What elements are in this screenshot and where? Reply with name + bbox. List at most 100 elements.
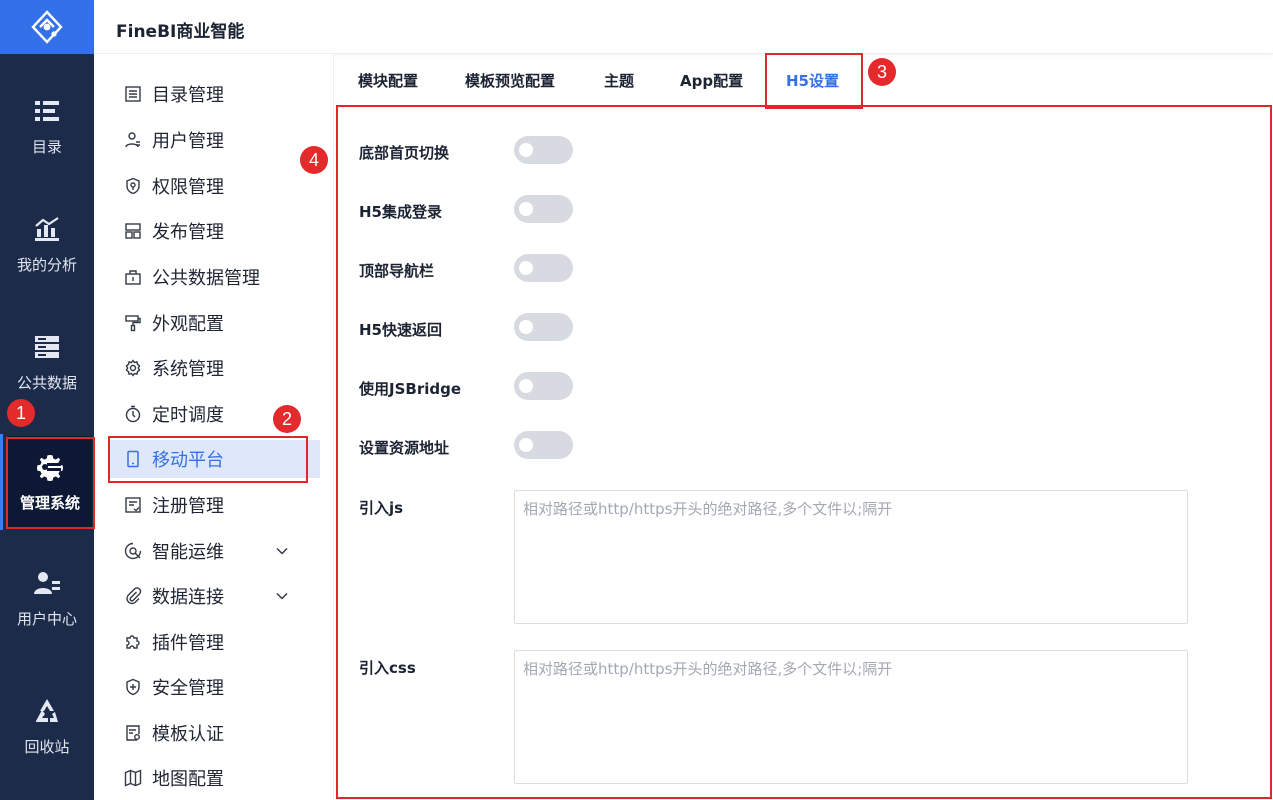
rail-item-label: 回收站 — [24, 737, 70, 756]
user-center-icon — [34, 571, 60, 594]
toggle-label: 使用JSBridge — [359, 380, 462, 398]
resource-address-toggle[interactable] — [514, 431, 573, 459]
rail-item-public-data[interactable]: 公共数据 — [0, 318, 94, 406]
toggle-label: 设置资源地址 — [359, 439, 450, 457]
rail-item-label: 管理系统 — [19, 493, 80, 512]
menu-item-label: 注册管理 — [152, 496, 224, 517]
menu-item-label: 安全管理 — [152, 678, 224, 699]
js-input-label: 引入js — [359, 499, 404, 517]
logo-icon — [31, 10, 63, 44]
paint-roller-icon — [125, 315, 141, 332]
catalog-icon — [35, 100, 59, 121]
menu-item-public-data-manage[interactable]: 公共数据管理 — [108, 258, 320, 296]
toggle-knob — [519, 261, 533, 275]
menu-item-system-manage[interactable]: 系统管理 — [108, 349, 320, 387]
user-icon — [125, 132, 140, 148]
tab-app-config[interactable]: App配置 — [680, 70, 743, 91]
tab-module-config[interactable]: 模块配置 — [358, 70, 418, 91]
gear-icon — [37, 454, 63, 481]
public-data-icon — [35, 335, 59, 358]
toggle-knob — [519, 379, 533, 393]
briefcase-icon — [125, 270, 141, 285]
annotation-badge-2: 2 — [273, 405, 301, 433]
certificate-icon — [126, 725, 140, 741]
menu-item-registration-manage[interactable]: 注册管理 — [108, 486, 320, 524]
menu-item-data-connection[interactable]: 数据连接 — [108, 577, 320, 615]
rail-item-label: 公共数据 — [16, 373, 77, 392]
menu-item-permission-manage[interactable]: 权限管理 — [108, 167, 320, 205]
rail-item-label: 我的分析 — [16, 255, 77, 274]
rail-item-my-analysis[interactable]: 我的分析 — [0, 200, 94, 288]
map-icon — [124, 769, 142, 787]
analysis-icon — [35, 216, 59, 241]
tab-h5-settings[interactable]: H5设置 — [786, 70, 839, 91]
menu-item-template-certification[interactable]: 模板认证 — [108, 714, 320, 752]
settings-tabs: 模块配置 模板预览配置 主题 App配置 H5设置 — [335, 54, 1273, 108]
css-input-label: 引入css — [359, 659, 416, 677]
shield-lock-icon — [126, 177, 140, 195]
rail-item-admin-system[interactable]: 管理系统 — [8, 436, 92, 528]
paperclip-icon — [126, 587, 142, 605]
toggle-knob — [519, 438, 533, 452]
tab-theme[interactable]: 主题 — [604, 70, 634, 91]
menu-item-label: 定时调度 — [152, 405, 224, 426]
publish-icon — [125, 223, 141, 239]
rail-active-indicator — [0, 434, 3, 530]
rail-item-label: 目录 — [31, 137, 62, 156]
mobile-icon — [127, 450, 139, 468]
menu-item-label: 智能运维 — [152, 542, 224, 563]
menu-item-label: 系统管理 — [152, 359, 224, 380]
toggle-knob — [519, 143, 533, 157]
use-jsbridge-toggle[interactable] — [514, 372, 573, 400]
puzzle-icon — [126, 635, 140, 649]
chevron-down-icon[interactable] — [274, 543, 290, 559]
menu-item-label: 公共数据管理 — [152, 268, 260, 289]
recycle-icon — [36, 698, 58, 722]
list-icon — [125, 86, 141, 102]
app-brand-title: FineBI商业智能 — [116, 22, 245, 42]
menu-item-label: 移动平台 — [152, 450, 224, 471]
menu-item-map-config[interactable]: 地图配置 — [108, 759, 320, 797]
menu-item-smart-ops[interactable]: 智能运维 — [108, 532, 320, 570]
menu-item-appearance-config[interactable]: 外观配置 — [108, 304, 320, 342]
toggle-label: 底部首页切换 — [359, 144, 450, 162]
top-navbar-toggle[interactable] — [514, 254, 573, 282]
tab-template-preview-config[interactable]: 模板预览配置 — [465, 70, 555, 91]
menu-item-label: 目录管理 — [152, 85, 224, 106]
app-logo[interactable] — [0, 0, 94, 54]
toggle-label: H5集成登录 — [359, 203, 442, 221]
toggle-knob — [519, 320, 533, 334]
h5-integrated-login-toggle[interactable] — [514, 195, 573, 223]
menu-item-plugin-manage[interactable]: 插件管理 — [108, 623, 320, 661]
rail-item-recycle-bin[interactable]: 回收站 — [0, 682, 94, 770]
menu-item-label: 权限管理 — [152, 177, 224, 198]
menu-item-security-manage[interactable]: 安全管理 — [108, 668, 320, 706]
rail-item-catalog[interactable]: 目录 — [0, 82, 94, 170]
menu-item-label: 数据连接 — [152, 587, 224, 608]
toggle-knob — [519, 202, 533, 216]
shield-plus-icon — [126, 678, 140, 696]
menu-item-label: 地图配置 — [152, 769, 224, 790]
toggle-label: 顶部导航栏 — [359, 262, 435, 280]
menu-item-publish-manage[interactable]: 发布管理 — [108, 212, 320, 250]
bottom-home-switch-toggle[interactable] — [514, 136, 573, 164]
top-header: FineBI商业智能 — [94, 0, 1273, 54]
rail-item-user-center[interactable]: 用户中心 — [0, 554, 94, 642]
annotation-badge-4: 4 — [300, 146, 328, 174]
toggle-label: H5快速返回 — [359, 321, 442, 339]
menu-item-mobile-platform[interactable]: 移动平台 — [108, 440, 320, 478]
annotation-badge-3: 3 — [868, 58, 896, 86]
h5-quick-back-toggle[interactable] — [514, 313, 573, 341]
register-icon — [125, 497, 141, 513]
rail-item-label: 用户中心 — [16, 609, 77, 628]
gear-icon — [125, 359, 141, 377]
menu-item-catalog-manage[interactable]: 目录管理 — [108, 75, 320, 113]
ops-icon — [124, 542, 142, 560]
menu-item-label: 外观配置 — [152, 314, 224, 335]
chevron-down-icon[interactable] — [274, 588, 290, 604]
annotation-badge-1: 1 — [7, 399, 35, 427]
menu-item-label: 插件管理 — [152, 633, 224, 654]
include-css-textarea[interactable] — [514, 650, 1188, 784]
include-js-textarea[interactable] — [514, 490, 1188, 624]
menu-item-user-manage[interactable]: 用户管理 — [108, 121, 320, 159]
